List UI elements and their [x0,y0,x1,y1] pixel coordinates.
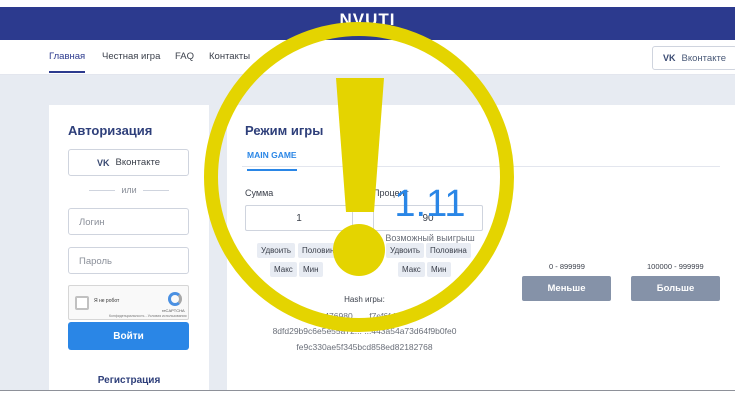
password-input[interactable]: Пароль [68,247,189,274]
nav-faq[interactable]: FAQ [175,51,194,62]
game-title: Режим игры [245,123,324,138]
divider-line [142,189,169,191]
vk-icon: VK [97,157,110,168]
sum-label: Сумма [245,188,274,198]
login-button[interactable]: Войти [68,322,189,350]
recaptcha-terms[interactable]: Конфиденциальность - Условия использован… [109,314,186,318]
recaptcha-label: Я не робот [94,298,120,304]
high-range: 100000 - 999999 [647,262,704,271]
percent-double-button[interactable]: Удвоить [386,243,425,258]
hash-line-2: 8dfd29b9c6e5e55a72... ...443a54a73d64f9b… [272,326,457,336]
low-range: 0 - 899999 [549,262,585,271]
auth-vk-label: Вконтакте [115,157,160,168]
sum-double-button[interactable]: Удвоить [257,243,296,258]
recaptcha-brand: reCAPTCHA [162,308,185,313]
multiplier-value: 1.11 [394,183,466,225]
percent-max-button[interactable]: Макс [398,262,425,277]
divider-line [89,189,116,191]
recaptcha-checkbox[interactable] [75,296,89,310]
recaptcha-logo-icon [168,292,182,306]
tab-main-game[interactable]: MAIN GAME [247,150,297,171]
tab-divider [242,166,720,167]
sum-half-button[interactable]: Половина [298,243,343,258]
hash-label: Hash игры: [344,295,385,304]
login-input[interactable]: Логин [68,208,189,235]
brand-logo[interactable]: NVUTI [0,10,735,30]
register-link[interactable]: Регистрация [49,375,209,386]
nav-home[interactable]: Главная [49,51,86,73]
auth-vk-button[interactable]: VK Вконтакте [68,149,189,176]
more-button[interactable]: Больше [631,276,720,301]
possible-win-label: Возможный выигрыш [385,233,475,243]
nav-fair-game[interactable]: Честная игра [102,51,160,62]
hash-line-1: 1e476980... ...f7ef6fd7dd0 [314,311,415,321]
hash-line-3: fe9c330ae5f345bcd858ed82182768 [296,342,433,352]
auth-panel: Авторизация VK Вконтакте или Логин Парол… [49,105,209,390]
sum-min-button[interactable]: Мин [299,262,323,277]
or-label: или [121,185,137,195]
percent-min-button[interactable]: Мин [427,262,451,277]
less-button[interactable]: Меньше [522,276,611,301]
or-divider: или [89,185,169,195]
auth-title: Авторизация [68,123,153,138]
sum-max-button[interactable]: Макс [270,262,297,277]
percent-half-button[interactable]: Половина [426,243,471,258]
vk-icon: VK [663,53,676,63]
vk-top-label: Вконтакте [681,52,726,64]
vk-top-button[interactable]: VK Вконтакте [652,46,735,70]
nav-contacts[interactable]: Контакты [209,51,250,62]
sum-input[interactable]: 1 [245,205,353,231]
navbar: Главная Честная игра FAQ Контакты [0,40,735,75]
recaptcha-widget: Я не робот reCAPTCHA Конфиденциальность … [68,285,189,320]
bottom-edge [0,390,735,400]
